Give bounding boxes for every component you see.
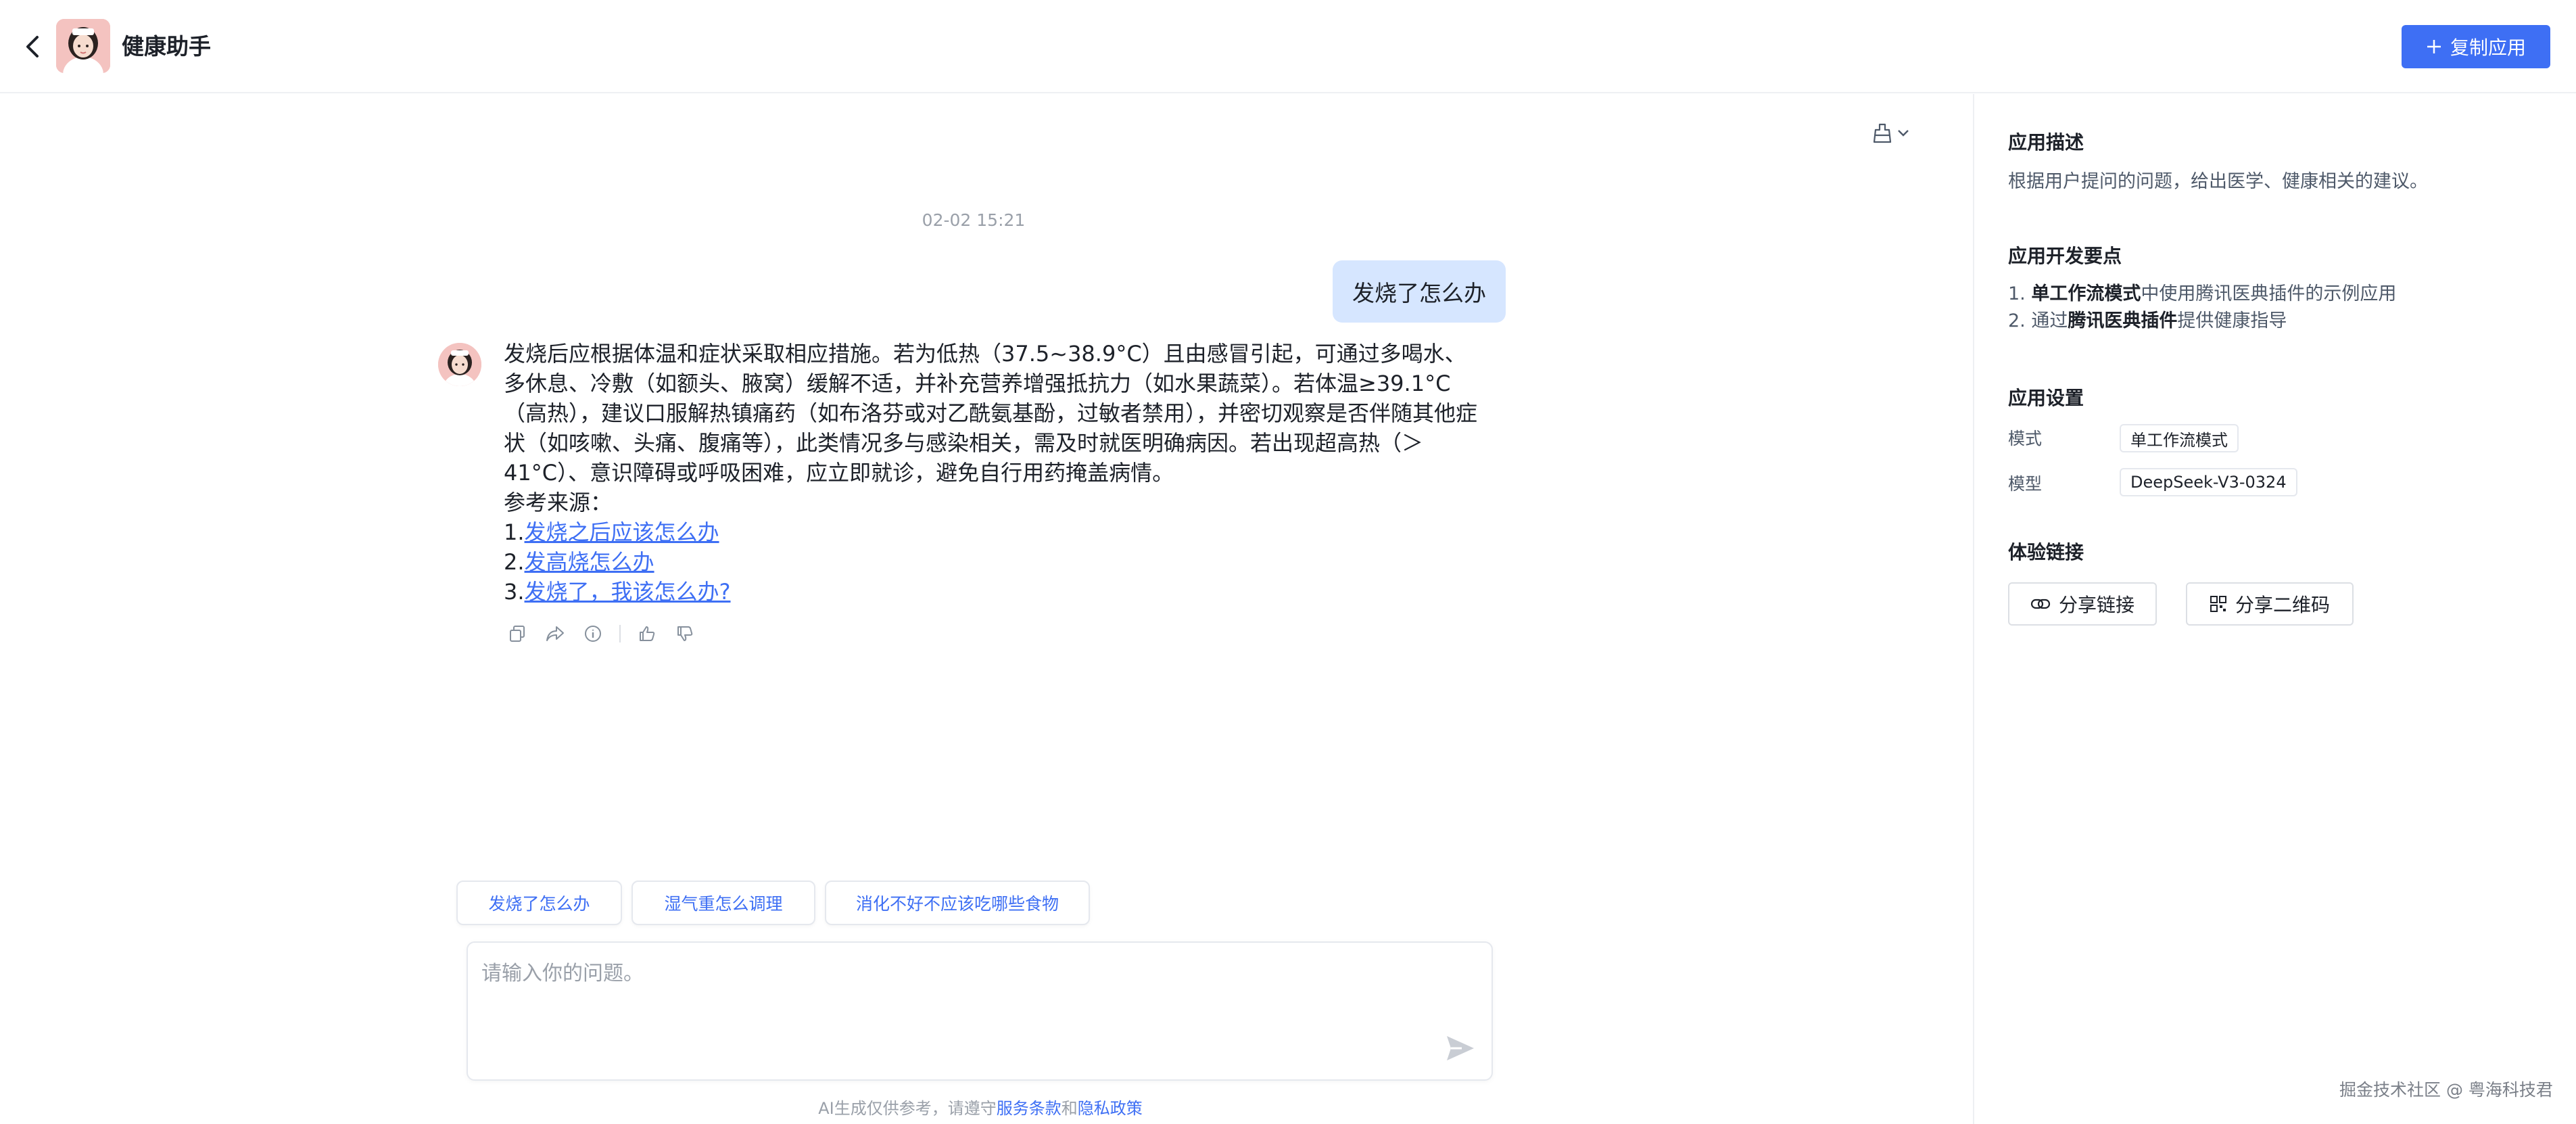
share-qr-label: 分享二维码	[2235, 594, 2330, 616]
app-title: 健康助手	[122, 33, 211, 60]
dev-points-list: 1. 单工作流模式中使用腾讯医典插件的示例应用 2. 通过腾讯医典插件提供健康指…	[2008, 281, 2396, 335]
privacy-link[interactable]: 隐私政策	[1078, 1099, 1143, 1118]
terms-link[interactable]: 服务条款	[997, 1099, 1062, 1118]
dev-points-title: 应用开发要点	[2008, 245, 2122, 267]
qr-code-icon	[2210, 596, 2226, 612]
references-label: 参考来源：	[504, 490, 613, 515]
thumbs-up-icon[interactable]	[636, 622, 659, 645]
share-link-label: 分享链接	[2058, 594, 2134, 616]
share-icon[interactable]	[544, 622, 567, 645]
reference-item: 3.发烧了，我该怎么办?	[504, 577, 1477, 607]
reference-number: 2.	[504, 549, 525, 575]
dev-point-bold: 腾讯医典插件	[2068, 310, 2178, 331]
reference-item: 2.发高烧怎么办	[504, 547, 1477, 577]
copy-app-button[interactable]: 复制应用	[2402, 25, 2550, 68]
disclaimer-text: AI生成仅供参考，请遵守	[818, 1099, 997, 1118]
suggestion-chip-2[interactable]: 湿气重怎么调理	[631, 881, 815, 925]
reference-link-3[interactable]: 发烧了，我该怎么办?	[525, 579, 731, 605]
settings-title: 应用设置	[2008, 387, 2084, 409]
reference-link-1[interactable]: 发烧之后应该怎么办	[525, 519, 719, 545]
persona-switch[interactable]	[1873, 117, 1922, 149]
chevron-down-icon	[1898, 130, 1909, 137]
link-icon	[2030, 599, 2051, 609]
reference-link-2[interactable]: 发高烧怎么办	[525, 549, 654, 575]
reference-item: 1.发烧之后应该怎么办	[504, 517, 1477, 547]
plus-icon	[2427, 40, 2441, 53]
description-title: 应用描述	[2008, 131, 2084, 154]
thumbs-down-icon[interactable]	[673, 622, 696, 645]
user-message: 发烧了怎么办	[1333, 260, 1506, 323]
mode-value: 单工作流模式	[2120, 424, 2239, 452]
message-timestamp: 02-02 15:21	[922, 210, 1026, 230]
chat-area: 02-02 15:21 发烧了怎么办 发烧后应根据体温和症状采取相应措施。若为低…	[0, 94, 1973, 1124]
top-header: 健康助手 复制应用	[0, 0, 2576, 93]
question-input[interactable]	[481, 956, 1441, 1064]
footer-credit: 掘金技术社区 @ 粤海科技君	[2339, 1080, 2553, 1100]
dev-point-prefix: 2. 通过	[2008, 310, 2068, 331]
app-avatar	[56, 19, 110, 73]
reference-number: 1.	[504, 519, 525, 545]
app-info-panel: 应用描述 根据用户提问的问题，给出医学、健康相关的建议。 应用开发要点 1. 单…	[1973, 94, 2576, 1124]
dev-point-1: 1. 单工作流模式中使用腾讯医典插件的示例应用	[2008, 281, 2396, 308]
model-value: DeepSeek-V3-0324	[2120, 468, 2297, 496]
suggestion-chip-1[interactable]: 发烧了怎么办	[456, 881, 622, 925]
message-actions	[506, 622, 696, 646]
broom-icon	[1873, 123, 1892, 143]
experience-link-title: 体验链接	[2008, 541, 2084, 563]
dev-point-prefix: 1.	[2008, 283, 2032, 304]
reference-number: 3.	[504, 579, 525, 605]
suggestion-chip-3[interactable]: 消化不好不应该吃哪些食物	[825, 881, 1090, 925]
dev-point-bold: 单工作流模式	[2031, 283, 2141, 304]
bot-avatar	[438, 343, 481, 386]
disclaimer: AI生成仅供参考，请遵守服务条款和隐私政策	[669, 1095, 1291, 1119]
copy-icon[interactable]	[506, 622, 529, 645]
disclaimer-conjunction: 和	[1061, 1099, 1078, 1118]
info-icon[interactable]	[581, 622, 604, 645]
back-arrow-icon[interactable]	[19, 31, 46, 62]
chat-input-box	[467, 941, 1493, 1081]
share-qr-button[interactable]: 分享二维码	[2186, 582, 2354, 626]
send-icon[interactable]	[1443, 1031, 1478, 1066]
divider	[619, 625, 621, 642]
dev-point-rest: 提供健康指导	[2177, 310, 2287, 331]
mode-label: 模式	[2008, 429, 2043, 448]
dev-point-2: 2. 通过腾讯医典插件提供健康指导	[2008, 308, 2396, 335]
model-label: 模型	[2008, 474, 2043, 494]
description-text: 根据用户提问的问题，给出医学、健康相关的建议。	[2008, 171, 2428, 192]
dev-point-rest: 中使用腾讯医典插件的示例应用	[2141, 283, 2397, 304]
share-link-button[interactable]: 分享链接	[2008, 582, 2157, 626]
copy-app-label: 复制应用	[2450, 37, 2526, 59]
bot-answer: 发烧后应根据体温和症状采取相应措施。若为低热（37.5~38.9°C）且由感冒引…	[504, 339, 1477, 607]
answer-text: 发烧后应根据体温和症状采取相应措施。若为低热（37.5~38.9°C）且由感冒引…	[504, 341, 1478, 486]
